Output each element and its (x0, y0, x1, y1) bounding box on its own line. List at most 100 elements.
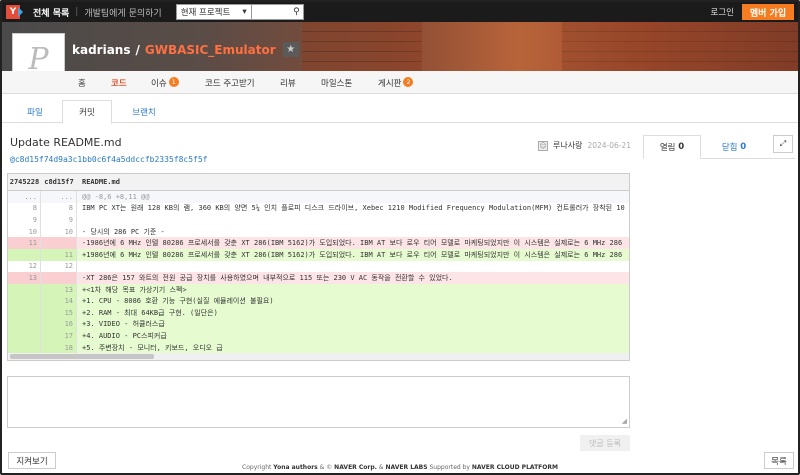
tab-commits[interactable]: 커밋 (62, 100, 112, 124)
diff-line: 10 10 - 당시의 286 PC 기준 - (8, 225, 629, 238)
old-line-number (8, 283, 41, 296)
footer-labs[interactable]: NAVER LABS (385, 464, 427, 471)
old-line-number: 8 (8, 202, 41, 215)
project-owner[interactable]: kadrians (72, 43, 130, 57)
new-line-number: 11 (41, 248, 77, 261)
comment-textarea[interactable]: ◢ (7, 376, 630, 428)
new-line-number: ... (41, 191, 77, 203)
new-line-number: 18 (41, 341, 77, 354)
open-label: 열림 (659, 143, 676, 153)
diff-code: +4. AUDIO - PC스피커급 (82, 331, 167, 340)
scrollbar-thumb[interactable] (10, 354, 154, 359)
nav-label: 마일스톤 (321, 79, 353, 89)
submit-comment-button[interactable]: 댓글 등록 (580, 435, 630, 451)
diff-line: 13 -XT 286은 157 와트의 전원 공급 장치를 사용하였으며 내부적으… (8, 272, 629, 284)
login-link[interactable]: 로그인 (711, 6, 734, 18)
new-line-number: 12 (41, 260, 77, 273)
diff-filename[interactable]: README.md (77, 178, 120, 186)
old-line-number: 13 (8, 272, 41, 284)
diff-code: +1986년에 6 MHz 인텔 80286 프로세서를 갖춘 XT 286(I… (82, 250, 623, 259)
diff-view: 2745228 c8d15f7 README.md ...... @@ -8,6 … (7, 173, 630, 361)
project-name[interactable]: GWBASIC_Emulator (145, 43, 276, 57)
issue-count-badge: 1 (168, 77, 179, 87)
old-line-number (8, 318, 41, 331)
new-line-number: 8 (41, 202, 77, 215)
diff-code: @@ -8,6 +8,11 @@ (82, 192, 150, 201)
footer-yona[interactable]: Yona authors (273, 464, 317, 471)
nav-milestone[interactable]: 마일스톤 (321, 77, 352, 89)
new-line-number: 9 (41, 214, 77, 226)
divider: | (75, 7, 79, 17)
search-input[interactable]: ⚲ (251, 4, 304, 20)
new-line-number: 13 (41, 283, 77, 296)
footer-amp2: & (378, 464, 384, 471)
footer-naver[interactable]: NAVER Corp. (334, 464, 377, 471)
diff-code: +2. RAM - 최대 64KB급 구현. (일단은) (82, 308, 218, 317)
nav-review[interactable]: 리뷰 (280, 77, 296, 89)
old-line-number (8, 306, 41, 319)
user-avatar-icon[interactable]: ☺ (538, 140, 548, 151)
nav-board[interactable]: 게시판 2 (378, 77, 414, 89)
project-select[interactable]: 현재 프로젝트 ▾ (175, 4, 252, 20)
board-count-badge: 2 (403, 77, 414, 87)
diff-code: IBM PC XT는 원래 128 KB의 램, 360 KB의 양면 5¼ 인… (82, 204, 629, 213)
diff-line: 13 +<1차 해당 목표 가상기기 스펙> (8, 283, 629, 296)
nav-label: 홈 (78, 79, 86, 89)
tab-open-reviews[interactable]: 열림 0 (643, 135, 701, 159)
search-icon[interactable]: ⚲ (293, 7, 300, 17)
footer-cloud[interactable]: NAVER CLOUD PLATFORM (472, 464, 558, 471)
nav-label: 코드 (111, 79, 127, 89)
old-line-number: ... (8, 191, 41, 203)
diff-rows: ...... @@ -8,6 +8,11 @@ 8 8 IBM PC XT는 원래 1… (8, 191, 629, 354)
star-icon[interactable]: ★ (282, 42, 299, 57)
author-name[interactable]: 루나사랑 (553, 140, 582, 151)
nav-label: 리뷰 (280, 79, 296, 89)
diff-line: 17 +4. AUDIO - PC스피커급 (8, 330, 629, 342)
horizontal-scrollbar[interactable] (8, 353, 629, 360)
nav-issues[interactable]: 이슈 1 (151, 77, 179, 89)
footer-amp: & © (319, 464, 333, 471)
nav-home[interactable]: 홈 (78, 77, 86, 89)
chevron-down-icon: ▾ (242, 7, 247, 17)
resize-grip-icon[interactable]: ◢ (622, 417, 627, 425)
commit-title: Update README.md (10, 136, 122, 149)
tab-branches[interactable]: 브랜치 (118, 100, 170, 123)
diff-line: 12 12 (8, 260, 629, 273)
top-bar: Y 전체 목록 | 개발팀에게 문의하기 현재 프로젝트 ▾ ⚲ 로그인 멤버 … (2, 2, 798, 22)
diff-code: +3. VIDEO - 허큘러스급 (82, 320, 165, 329)
new-line-number: 17 (41, 330, 77, 342)
nav-label: 코드 주고받기 (205, 79, 255, 89)
new-line-number: 16 (41, 318, 77, 331)
tab-closed-reviews[interactable]: 닫힘 0 (705, 135, 763, 159)
banner-texture (302, 22, 422, 71)
old-line-number (8, 295, 41, 307)
nav-pull-requests[interactable]: 코드 주고받기 (205, 77, 255, 89)
old-line-number (8, 248, 41, 261)
project-title: kadrians / GWBASIC_Emulator ★ (72, 42, 299, 57)
nav-label: 게시판 (378, 79, 402, 89)
diff-line: 11 -1986년에 6 MHz 인텔 80286 프로세서를 갖춘 XT 286… (8, 237, 629, 249)
new-line-number: 15 (41, 306, 77, 319)
nav-code[interactable]: 코드 (111, 77, 127, 89)
diff-code: +5. 주변장치 - 모니터, 키보드, 오디오 급 (82, 343, 223, 352)
old-line-number (8, 330, 41, 342)
diff-code: -XT 286은 157 와트의 전원 공급 장치를 사용하였으며 내부적으로 … (82, 273, 453, 282)
window-frame: Y 전체 목록 | 개발팀에게 문의하기 현재 프로젝트 ▾ ⚲ 로그인 멤버 … (0, 0, 800, 475)
diff-code: +1. CPU - 8086 호환 기능 구현(실질 에뮬레이션 불필요) (82, 297, 274, 306)
signup-button[interactable]: 멤버 가입 (742, 4, 794, 20)
diff-header: 2745228 c8d15f7 README.md (8, 174, 629, 191)
title-slash: / (135, 42, 140, 57)
nav-label: 이슈 (151, 79, 167, 89)
logo-arrow-icon (18, 7, 23, 17)
diff-line: 18 +5. 주변장치 - 모니터, 키보드, 오디오 급 (8, 341, 629, 354)
commit-author: ☺ 루나사랑 2024-06-21 (538, 140, 631, 151)
expand-icon[interactable]: ⤢ (773, 135, 793, 153)
diff-code: +<1차 해당 목표 가상기기 스펙> (82, 285, 187, 294)
contact-dev-link[interactable]: 개발팀에게 문의하기 (84, 6, 161, 19)
new-line-number: 10 (41, 225, 77, 238)
all-list-link[interactable]: 전체 목록 (33, 6, 69, 19)
diff-col-old: 2745228 (9, 178, 40, 186)
diff-code: -1986년에 6 MHz 인텔 80286 프로세서를 갖춘 XT 286(I… (82, 239, 623, 248)
commit-hash[interactable]: @c8d15f74d9a3c1bb0c6f4a5ddccfb2335f8c5f5… (10, 155, 207, 164)
tab-files[interactable]: 파일 (12, 100, 58, 123)
